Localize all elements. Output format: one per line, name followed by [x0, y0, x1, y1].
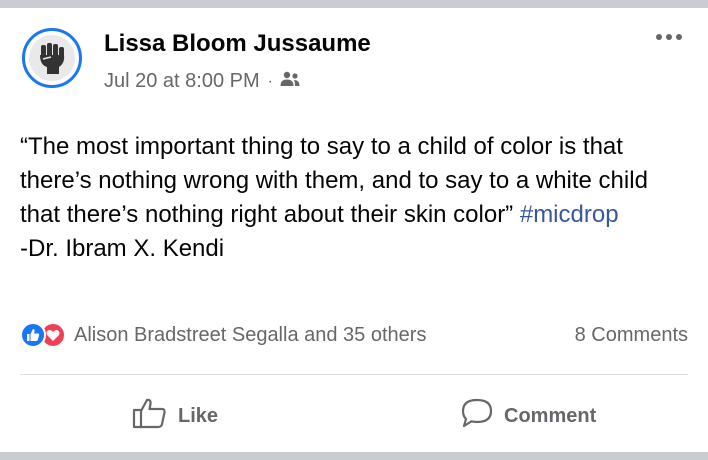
reactions-summary[interactable]: Alison Bradstreet Segalla and 35 others	[74, 324, 426, 347]
friends-icon	[279, 70, 301, 93]
comment-button[interactable]: Comment	[460, 396, 596, 436]
raised-fist-icon	[29, 35, 75, 81]
like-label: Like	[178, 404, 219, 427]
comment-bubble-icon	[460, 397, 504, 435]
comment-label: Comment	[504, 404, 597, 427]
post-meta: Jul 20 at 8:00 PM ·	[104, 70, 301, 93]
post-timestamp[interactable]: Jul 20 at 8:00 PM	[104, 70, 260, 93]
author-name[interactable]: Lissa Bloom Jussaume	[104, 30, 371, 58]
meta-separator: ·	[267, 72, 273, 90]
avatar[interactable]	[22, 28, 82, 88]
like-button[interactable]: Like	[132, 396, 218, 436]
post-attribution: -Dr. Ibram X. Kendi	[20, 235, 225, 262]
thumbs-up-icon	[132, 397, 178, 435]
reactions-bar[interactable]: Alison Bradstreet Segalla and 35 others	[20, 322, 426, 348]
hashtag-link[interactable]: #micdrop	[520, 201, 619, 228]
like-icon	[20, 322, 46, 348]
comments-count[interactable]: 8 Comments	[575, 324, 688, 347]
post-card: Lissa Bloom Jussaume Jul 20 at 8:00 PM ·…	[0, 8, 708, 452]
more-options-icon[interactable]	[656, 34, 682, 40]
post-text: “The most important thing to say to a ch…	[20, 130, 692, 266]
divider	[20, 374, 688, 375]
